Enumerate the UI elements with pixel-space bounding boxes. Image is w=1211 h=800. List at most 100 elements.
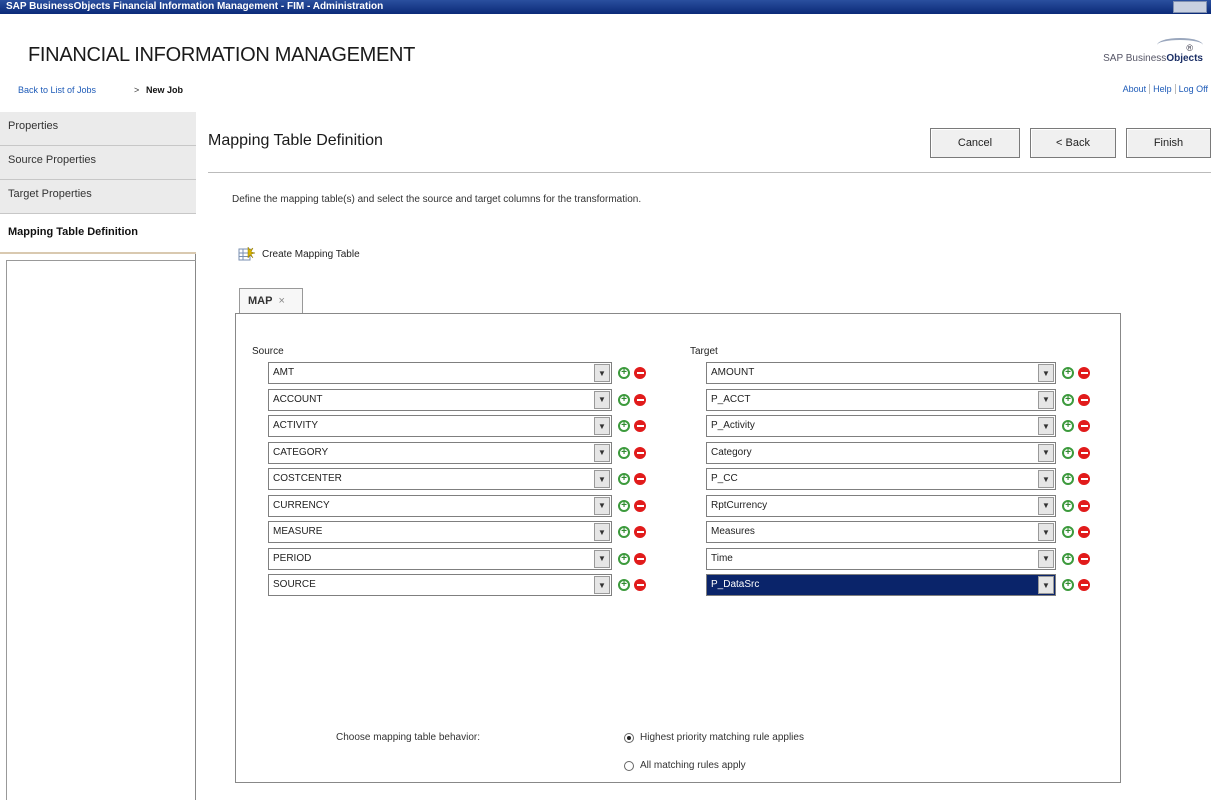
chevron-down-icon[interactable]: ▼ [1038,549,1054,568]
remove-row-icon[interactable] [634,526,646,538]
remove-row-icon[interactable] [634,367,646,379]
source-column-select[interactable]: AMT [268,362,612,384]
breadcrumb-current: New Job [146,85,184,95]
add-row-icon[interactable]: + [1062,499,1074,512]
remove-row-icon[interactable] [634,446,646,459]
remove-row-icon[interactable] [634,473,646,485]
page-title: Mapping Table Definition [208,132,383,149]
help-link[interactable]: Help [1149,84,1175,94]
add-row-icon[interactable]: + [1062,446,1074,459]
log-off-link[interactable]: Log Off [1174,84,1211,94]
source-column-select[interactable]: PERIOD [268,547,612,570]
add-row-icon[interactable]: + [1062,526,1074,538]
radio-highest-priority[interactable] [624,732,634,743]
sidebar: Properties Source Properties Target Prop… [0,112,196,800]
target-column-select[interactable]: Time [706,547,1056,570]
remove-row-icon[interactable] [634,420,646,432]
add-row-icon[interactable]: + [1062,393,1074,406]
remove-row-icon[interactable] [1078,579,1090,591]
behavior-option-all[interactable]: All matching rules apply [624,760,746,771]
back-button[interactable]: < Back [1030,128,1116,158]
about-link[interactable]: About [1120,84,1150,94]
source-column-label: Source [252,346,284,357]
add-row-icon[interactable]: + [618,499,630,512]
chevron-down-icon[interactable]: ▼ [594,496,610,515]
create-table-icon [238,246,256,261]
source-column-select[interactable]: ACTIVITY [268,415,612,437]
target-column-select[interactable]: P_ACCT [706,388,1056,411]
target-column-select[interactable]: Category [706,441,1056,464]
cancel-button[interactable]: Cancel [930,128,1020,158]
remove-row-icon[interactable] [1078,446,1090,459]
remove-row-icon[interactable] [1078,526,1090,538]
source-column-select[interactable]: COSTCENTER [268,468,612,490]
target-column-label: Target [690,346,718,357]
add-row-icon[interactable]: + [618,420,630,432]
add-row-icon[interactable]: + [1062,367,1074,379]
chevron-down-icon[interactable]: ▼ [1038,523,1054,541]
add-row-icon[interactable]: + [618,367,630,379]
remove-row-icon[interactable] [634,499,646,512]
target-column-select[interactable]: P_DataSrc [706,574,1056,596]
target-column-select[interactable]: P_Activity [706,415,1056,437]
sidebar-item-target-properties[interactable]: Target Properties [0,180,196,214]
target-column-select[interactable]: P_CC [706,468,1056,490]
add-row-icon[interactable]: + [618,552,630,565]
top-links: About Help Log Off [1120,84,1211,94]
source-column-select[interactable]: ACCOUNT [268,388,612,411]
chevron-down-icon[interactable]: ▼ [594,390,610,409]
add-row-icon[interactable]: + [618,446,630,459]
chevron-down-icon[interactable]: ▼ [594,470,610,488]
chevron-down-icon[interactable]: ▼ [594,443,610,462]
breadcrumb-separator: > [134,85,140,95]
radio-all-matching[interactable] [624,760,634,771]
sidebar-item-mapping-table-definition[interactable]: Mapping Table Definition [0,214,196,254]
sidebar-item-source-properties[interactable]: Source Properties [0,146,196,180]
instructions-text: Define the mapping table(s) and select t… [232,194,642,205]
add-row-icon[interactable]: + [1062,420,1074,432]
finish-button[interactable]: Finish [1126,128,1211,158]
chevron-down-icon[interactable]: ▼ [1038,496,1054,515]
target-column-select[interactable]: AMOUNT [706,362,1056,384]
target-column-select[interactable]: Measures [706,521,1056,543]
add-row-icon[interactable]: + [1062,579,1074,591]
chevron-down-icon[interactable]: ▼ [1038,364,1054,382]
chevron-down-icon[interactable]: ▼ [1038,390,1054,409]
add-row-icon[interactable]: + [1062,473,1074,485]
remove-row-icon[interactable] [1078,393,1090,406]
chevron-down-icon[interactable]: ▼ [594,523,610,541]
chevron-down-icon[interactable]: ▼ [594,576,610,594]
window-controls[interactable] [1173,1,1207,13]
chevron-down-icon[interactable]: ▼ [594,549,610,568]
remove-row-icon[interactable] [1078,473,1090,485]
chevron-down-icon[interactable]: ▼ [594,417,610,435]
remove-row-icon[interactable] [634,552,646,565]
tab-close-icon[interactable]: × [278,295,284,307]
add-row-icon[interactable]: + [618,526,630,538]
add-row-icon[interactable]: + [1062,552,1074,565]
target-column-select[interactable]: RptCurrency [706,494,1056,517]
remove-row-icon[interactable] [1078,552,1090,565]
chevron-down-icon[interactable]: ▼ [594,364,610,382]
back-to-jobs-link[interactable]: Back to List of Jobs [18,85,96,95]
sidebar-item-properties[interactable]: Properties [0,112,196,146]
chevron-down-icon[interactable]: ▼ [1038,443,1054,462]
source-column-select[interactable]: CATEGORY [268,441,612,464]
behavior-option-highest[interactable]: Highest priority matching rule applies [624,732,804,743]
remove-row-icon[interactable] [1078,499,1090,512]
add-row-icon[interactable]: + [618,393,630,406]
remove-row-icon[interactable] [1078,367,1090,379]
source-column-select[interactable]: MEASURE [268,521,612,543]
tab-map[interactable]: MAP × [239,288,303,314]
remove-row-icon[interactable] [1078,420,1090,432]
create-mapping-table-link[interactable]: Create Mapping Table [238,246,360,262]
chevron-down-icon[interactable]: ▼ [1038,417,1054,435]
chevron-down-icon[interactable]: ▼ [1038,470,1054,488]
add-row-icon[interactable]: + [618,473,630,485]
chevron-down-icon[interactable]: ▼ [1038,576,1054,594]
remove-row-icon[interactable] [634,579,646,591]
add-row-icon[interactable]: + [618,579,630,591]
source-column-select[interactable]: CURRENCY [268,494,612,517]
remove-row-icon[interactable] [634,393,646,406]
source-column-select[interactable]: SOURCE [268,574,612,596]
